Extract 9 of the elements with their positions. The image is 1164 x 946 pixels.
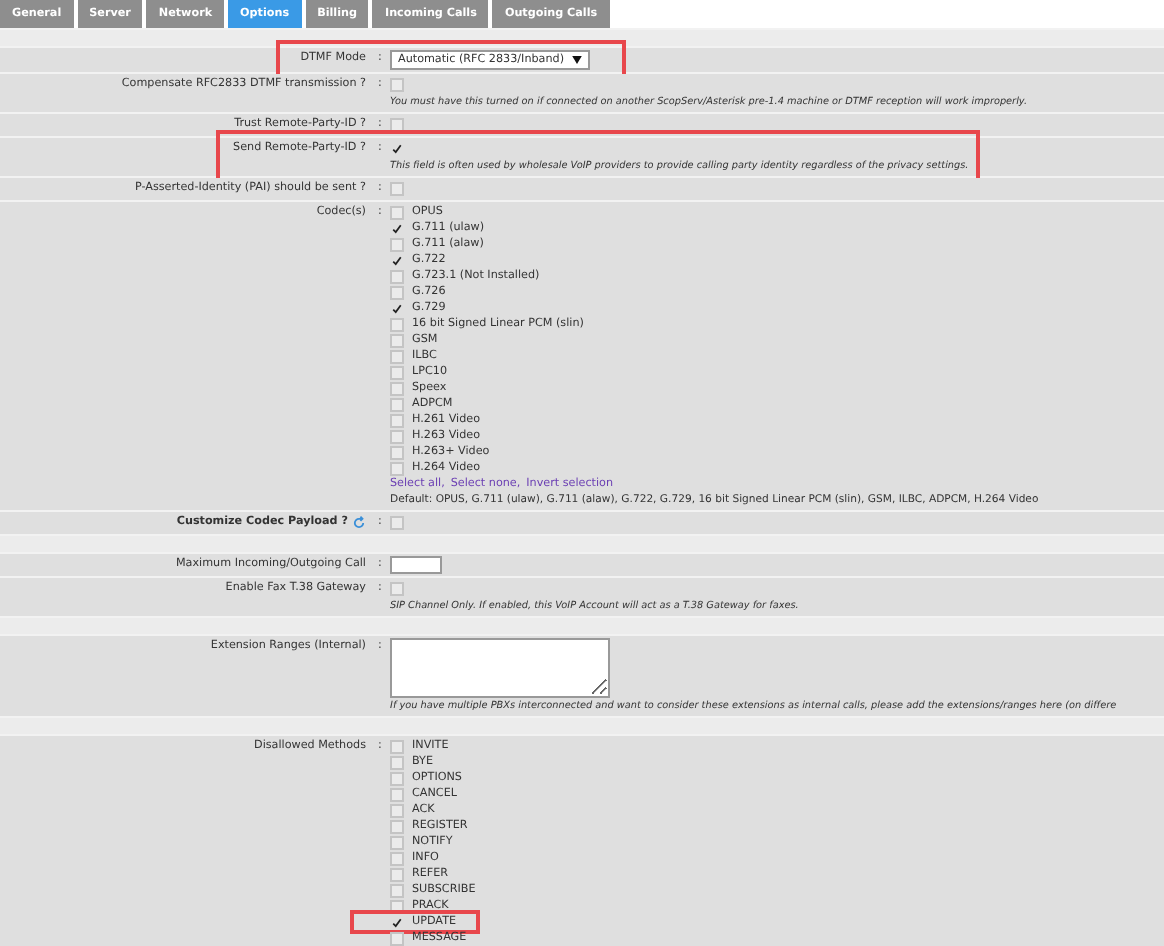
- caret-icon: [572, 56, 583, 64]
- number-field[interactable]: [390, 556, 442, 574]
- refresh-icon[interactable]: [352, 516, 366, 530]
- checkbox[interactable]: [390, 301, 404, 315]
- checkbox[interactable]: [390, 221, 404, 235]
- checkbox[interactable]: [390, 915, 404, 929]
- checkbox[interactable]: [390, 142, 404, 156]
- checkbox[interactable]: [390, 253, 404, 267]
- text-area[interactable]: [390, 638, 610, 698]
